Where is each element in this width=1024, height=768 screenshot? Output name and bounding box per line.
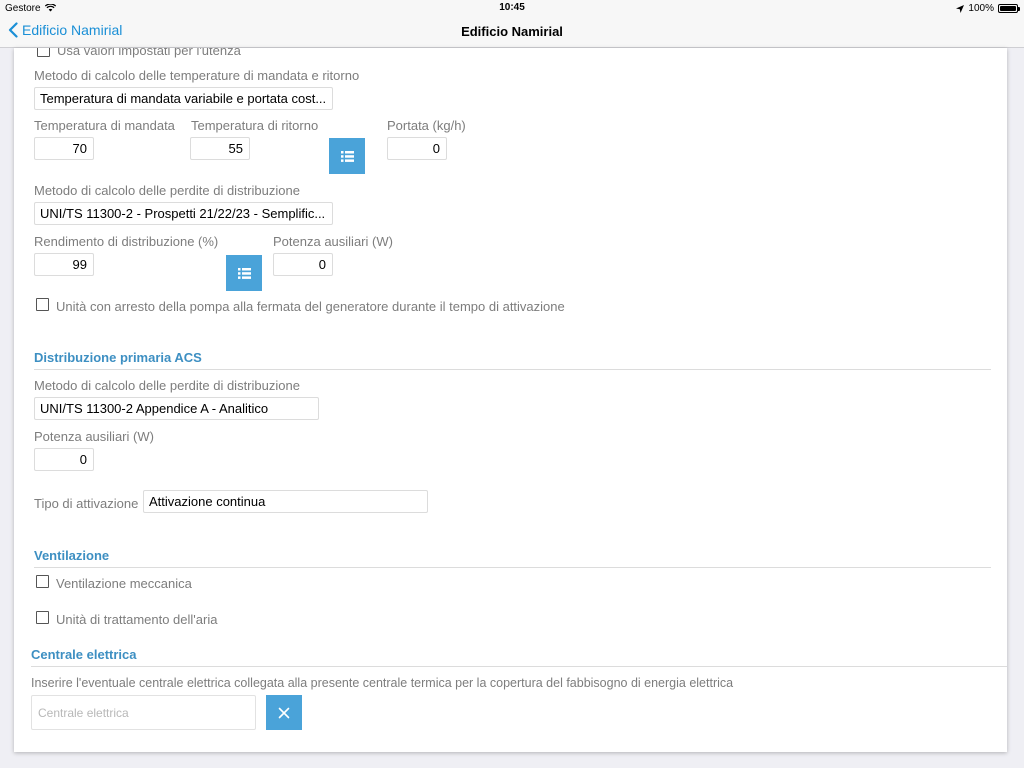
ventilazione-meccanica-label: Ventilazione meccanica bbox=[56, 576, 192, 591]
status-bar: Gestore 10:45 100% bbox=[0, 0, 1024, 16]
navigation-bar: Edificio Namirial Edificio Namirial bbox=[0, 16, 1024, 48]
acs-metodo-perdite-label: Metodo di calcolo delle perdite di distr… bbox=[34, 378, 300, 393]
ventilazione-meccanica-checkbox[interactable] bbox=[36, 575, 49, 588]
acs-potenza-aux-input[interactable]: 0 bbox=[34, 448, 94, 471]
rendimento-input[interactable]: 99 bbox=[34, 253, 94, 276]
centrale-divider bbox=[31, 666, 1007, 667]
close-icon bbox=[278, 707, 290, 718]
status-right: 100% bbox=[956, 3, 1020, 14]
centrale-description: Inserire l'eventuale centrale elettrica … bbox=[31, 676, 734, 690]
potenza-aux-input[interactable]: 0 bbox=[273, 253, 333, 276]
temp-ritorno-label: Temperatura di ritorno bbox=[191, 118, 319, 133]
portata-label: Portata (kg/h) bbox=[387, 118, 466, 133]
rendimento-label: Rendimento di distribuzione (%) bbox=[34, 234, 219, 249]
tipo-attivazione-label: Tipo di attivazione bbox=[34, 496, 139, 511]
acs-divider bbox=[34, 369, 991, 370]
list-icon bbox=[340, 150, 354, 162]
acs-section-title: Distribuzione primaria ACS bbox=[34, 350, 202, 365]
ventilazione-section-title: Ventilazione bbox=[34, 548, 110, 563]
temperature-list-button[interactable] bbox=[329, 138, 365, 174]
metodo-perdite-select[interactable]: UNI/TS 11300-2 - Prospetti 21/22/23 - Se… bbox=[34, 202, 333, 225]
arresto-pompa-checkbox[interactable] bbox=[36, 298, 49, 311]
uta-label: Unità di trattamento dell'aria bbox=[56, 612, 218, 627]
usa-valori-label: Usa valori impostati per l'utenza bbox=[57, 48, 241, 58]
battery-icon bbox=[998, 4, 1020, 13]
rendimento-list-button[interactable] bbox=[226, 255, 262, 291]
battery-percentage: 100% bbox=[968, 3, 994, 14]
centrale-section-title: Centrale elettrica bbox=[31, 647, 137, 662]
potenza-aux-label: Potenza ausiliari (W) bbox=[273, 234, 393, 249]
metodo-temp-select[interactable]: Temperatura di mandata variabile e porta… bbox=[34, 87, 333, 110]
metodo-temp-label: Metodo di calcolo delle temperature di m… bbox=[34, 68, 360, 83]
centrale-elettrica-input[interactable]: Centrale elettrica bbox=[31, 695, 256, 730]
temp-ritorno-input[interactable]: 55 bbox=[190, 137, 250, 160]
ventilazione-divider bbox=[34, 567, 991, 568]
list-icon bbox=[237, 267, 251, 279]
arresto-pompa-label: Unità con arresto della pompa alla ferma… bbox=[56, 299, 565, 314]
temp-mandata-label: Temperatura di mandata bbox=[34, 118, 175, 133]
status-time: 10:45 bbox=[499, 2, 525, 13]
location-icon bbox=[956, 4, 965, 13]
portata-input[interactable]: 0 bbox=[387, 137, 447, 160]
uta-checkbox[interactable] bbox=[36, 611, 49, 624]
metodo-perdite-label: Metodo di calcolo delle perdite di distr… bbox=[34, 183, 300, 198]
acs-potenza-aux-label: Potenza ausiliari (W) bbox=[34, 429, 154, 444]
page-title: Edificio Namirial bbox=[461, 24, 563, 39]
clear-centrale-button[interactable] bbox=[266, 695, 302, 730]
temp-mandata-input[interactable]: 70 bbox=[34, 137, 94, 160]
tipo-attivazione-select[interactable]: Attivazione continua bbox=[143, 490, 428, 513]
usa-valori-checkbox[interactable] bbox=[37, 48, 50, 57]
acs-metodo-perdite-select[interactable]: UNI/TS 11300-2 Appendice A - Analitico bbox=[34, 397, 319, 420]
form-card: Usa valori impostati per l'utenza Metodo… bbox=[14, 48, 1007, 752]
